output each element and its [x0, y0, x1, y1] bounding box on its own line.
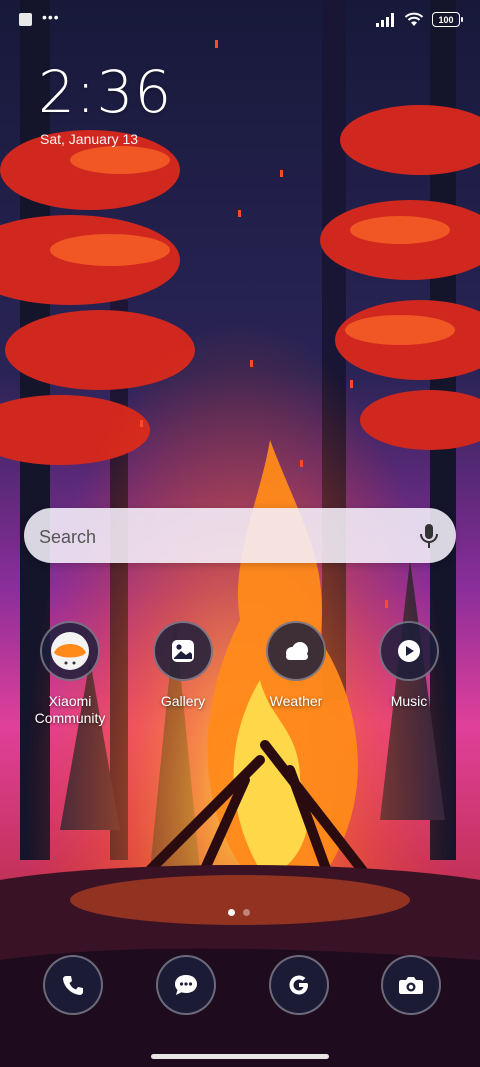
google-icon [269, 955, 329, 1015]
page-dot [243, 909, 250, 916]
more-notifications-icon: ••• [42, 8, 60, 25]
dock-messages[interactable] [156, 955, 216, 1015]
xiaomi-community-icon [40, 621, 100, 681]
notification-icon [19, 13, 32, 26]
search-bar[interactable]: Search [24, 508, 456, 563]
app-label: Gallery [160, 693, 206, 709]
gallery-icon [153, 621, 213, 681]
camera-icon [381, 955, 441, 1015]
app-label: Music [390, 693, 428, 709]
app-gallery[interactable]: Gallery [128, 621, 238, 710]
search-label: Search [39, 527, 97, 547]
status-bar: ••• 100 [0, 0, 480, 40]
page-indicator [228, 909, 250, 916]
music-icon [379, 621, 439, 681]
clock-date[interactable]: Sat, January 13 [40, 131, 138, 147]
wifi-icon [404, 12, 424, 26]
dock-camera[interactable] [381, 955, 441, 1015]
phone-icon [43, 955, 103, 1015]
battery-icon: 100 [432, 12, 463, 27]
app-weather[interactable]: Weather [241, 621, 351, 710]
app-label: Xiaomi Community [34, 693, 106, 726]
microphone-icon[interactable] [418, 523, 440, 549]
dock-google[interactable] [269, 955, 329, 1015]
dock-phone[interactable] [43, 955, 103, 1015]
battery-level: 100 [438, 14, 454, 25]
app-xiaomi-community[interactable]: Xiaomi Community [15, 621, 125, 727]
messages-icon [156, 955, 216, 1015]
page-dot-active [228, 909, 235, 916]
app-music[interactable]: Music [354, 621, 464, 710]
weather-icon [266, 621, 326, 681]
signal-icon [376, 12, 394, 27]
clock-time[interactable]: 2:36 [38, 58, 172, 126]
app-label: Weather [269, 693, 323, 709]
home-gesture-bar[interactable] [151, 1054, 329, 1059]
